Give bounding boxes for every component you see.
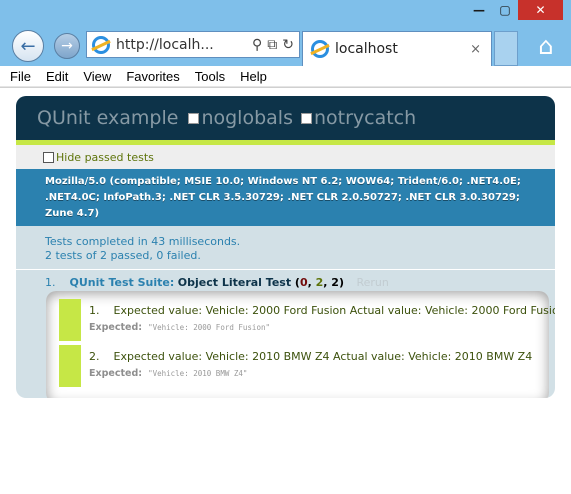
test-module-name[interactable]: QUnit Test Suite: [70,276,175,289]
assertion-list: 1. Expected value: Vehicle: 2000 Ford Fu… [46,291,555,398]
address-text[interactable]: http://localh... [116,37,252,53]
failed-count: 0 [299,276,308,289]
window-controls: — ▢ ✕ [466,0,563,20]
menu-edit[interactable]: Edit [46,69,68,84]
test-item[interactable]: 1. QUnit Test Suite: Object Literal Test … [16,270,555,289]
assertion-message: 1. Expected value: Vehicle: 2000 Ford Fu… [89,304,555,317]
qunit-header: QUnit example noglobals notrycatch [16,96,555,140]
expected-label: Expected: [89,368,143,379]
noglobals-checkbox[interactable] [188,112,200,124]
assertion-number: 1. [89,304,100,317]
qunit-testresult: Tests completed in 43 milliseconds. 2 te… [16,226,555,270]
assertion-text: Expected value: Vehicle: 2010 BMW Z4 Act… [113,350,533,363]
qunit-toolbar: Hide passed tests [16,145,555,169]
test-number: 1. [45,276,56,289]
hide-passed-label[interactable]: Hide passed tests [56,151,154,164]
assertion-pass-marker [59,345,81,387]
assertion-text: Expected value: Vehicle: 2000 Ford Fusio… [113,304,556,317]
menu-help[interactable]: Help [240,69,267,84]
browser-chrome: — ▢ ✕ ← → http://localh... ⚲ ⧉ ↻ localho… [0,0,571,66]
test-counts: (0, 2, 2) [291,276,344,289]
new-tab-button[interactable] [494,31,518,66]
menu-view[interactable]: View [83,69,111,84]
expected-value: "Vehicle: 2010 BMW Z4" [148,369,248,378]
menu-file[interactable]: File [10,69,31,84]
search-icon[interactable]: ⚲ [252,37,262,53]
result-time: Tests completed in 43 milliseconds. [45,235,241,248]
tab-favicon-icon [311,40,329,58]
notrycatch-checkbox[interactable] [300,112,312,124]
test-name[interactable]: Object Literal Test [178,276,291,289]
assertion-pass-marker [59,299,81,341]
expected-label: Expected: [89,322,143,333]
noglobals-label[interactable]: noglobals [201,107,293,129]
assertion-item: 2. Expected value: Vehicle: 2010 BMW Z4 … [59,345,532,387]
qunit-report: QUnit example noglobals notrycatch Hide … [16,96,555,398]
qunit-useragent: Mozilla/5.0 (compatible; MSIE 10.0; Wind… [16,169,555,226]
counts-open-paren: ( [291,276,300,289]
menu-bar: File Edit View Favorites Tools Help [0,66,571,87]
assertion-expected: Expected: "Vehicle: 2000 Ford Fusion" [89,322,270,333]
assertion-item: 1. Expected value: Vehicle: 2000 Ford Fu… [59,299,555,341]
result-summary: 2 tests of 2 passed, 0 failed. [45,249,201,262]
ie-logo-icon [92,35,110,54]
counts-separator: , [307,276,316,289]
counts-close-paren: ) [338,276,344,289]
close-button[interactable]: ✕ [518,0,563,20]
expected-value: "Vehicle: 2000 Ford Fusion" [148,323,270,332]
qunit-title[interactable]: QUnit example [37,107,178,129]
tab-title: localhost [335,41,398,57]
tab-close-icon[interactable]: × [470,42,481,57]
assertion-number: 2. [89,350,100,363]
rerun-link[interactable]: Rerun [356,276,388,289]
minimize-button[interactable]: — [466,0,492,20]
compatibility-view-icon[interactable]: ⧉ [267,37,277,53]
assertion-expected: Expected: "Vehicle: 2010 BMW Z4" [89,368,247,379]
maximize-button[interactable]: ▢ [492,0,518,20]
notrycatch-label[interactable]: notrycatch [314,107,416,129]
address-bar[interactable]: http://localh... ⚲ ⧉ ↻ [86,31,300,58]
tab-localhost[interactable]: localhost × [302,31,492,66]
refresh-icon[interactable]: ↻ [282,37,294,53]
page-content: QUnit example noglobals notrycatch Hide … [0,87,571,494]
total-count: 2 [331,276,339,289]
assertion-message: 2. Expected value: Vehicle: 2010 BMW Z4 … [89,350,532,363]
home-icon[interactable]: ⌂ [532,32,560,60]
menu-tools[interactable]: Tools [195,69,225,84]
forward-button[interactable]: → [54,33,80,59]
menu-favorites[interactable]: Favorites [126,69,179,84]
back-button[interactable]: ← [12,30,44,62]
hide-passed-checkbox[interactable] [43,151,54,163]
